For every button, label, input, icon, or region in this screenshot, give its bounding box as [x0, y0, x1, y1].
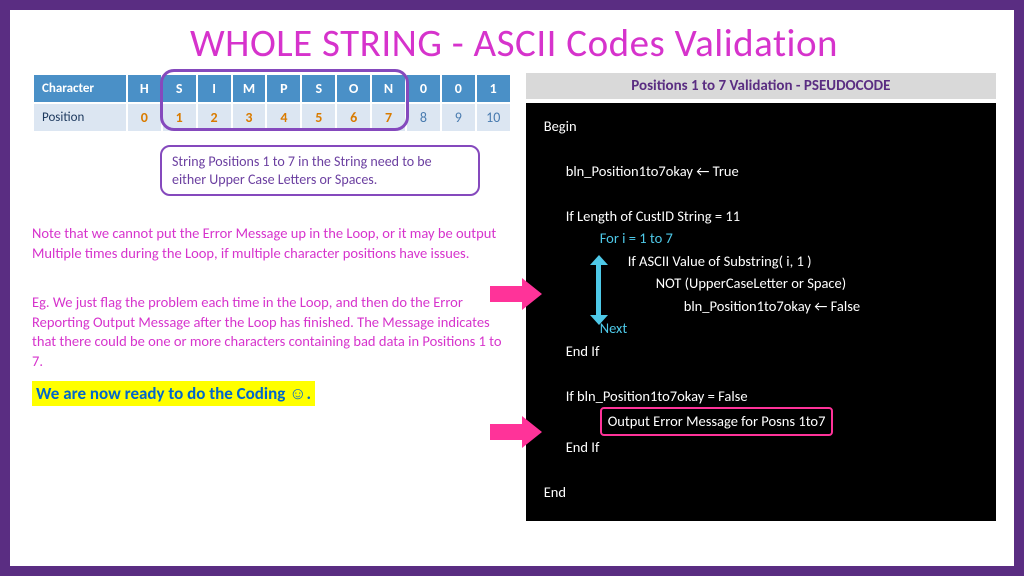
code-line: Output Error Message for Posns 1to7: [544, 407, 982, 435]
char-cell: M: [233, 75, 266, 102]
error-output-line: Output Error Message for Posns 1to7: [600, 407, 834, 435]
pseudocode-title: Positions 1 to 7 Validation - PSEUDOCODE: [526, 73, 996, 99]
pos-cell: 10: [477, 104, 510, 131]
pos-cell: 8: [407, 104, 440, 131]
code-line: If bln_Position1to7okay = False: [544, 385, 982, 407]
char-cell: 0: [407, 75, 440, 102]
code-line: End If: [544, 436, 982, 458]
code-line: bln_Position1to7okay ← True: [544, 160, 982, 182]
explanation-paragraph-1: Note that we cannot put the Error Messag…: [32, 224, 512, 263]
explanation-paragraph-2: Eg. We just flag the problem each time i…: [32, 293, 512, 371]
char-cell: S: [163, 75, 196, 102]
code-line: Begin: [544, 117, 577, 135]
char-cell: N: [372, 75, 405, 102]
code-line: If ASCII Value of Substring( i, 1 ): [544, 250, 982, 272]
right-column: Positions 1 to 7 Validation - PSEUDOCODE…: [526, 73, 996, 521]
arrow-to-error-output: [490, 416, 542, 448]
code-line: If Length of CustID String = 11: [544, 205, 982, 227]
slide: WHOLE STRING - ASCII Codes Validation Ch…: [10, 10, 1014, 566]
char-cell: S: [302, 75, 335, 102]
pos-cell: 1: [163, 104, 196, 131]
code-line: NOT (UpperCaseLetter or Space): [544, 272, 982, 294]
char-cell: I: [198, 75, 231, 102]
pos-cell: 5: [302, 104, 335, 131]
char-cell: 0: [442, 75, 475, 102]
char-cell: O: [337, 75, 370, 102]
char-cell: 1: [477, 75, 510, 102]
pos-cell: 4: [267, 104, 300, 131]
slide-title: WHOLE STRING - ASCII Codes Validation: [32, 20, 996, 67]
validation-rule-note: String Positions 1 to 7 in the String ne…: [160, 145, 480, 196]
position-row-label: Position: [34, 104, 126, 131]
pos-cell: 0: [128, 104, 161, 131]
arrow-to-loop: [490, 278, 542, 310]
character-row-label: Character: [34, 75, 126, 102]
left-column: Character H S I M P S O N 0 0 1 Position…: [32, 73, 512, 521]
pos-cell: 2: [198, 104, 231, 131]
string-positions-table: Character H S I M P S O N 0 0 1 Position…: [32, 73, 512, 133]
char-cell: P: [267, 75, 300, 102]
char-cell: H: [128, 75, 161, 102]
pseudocode-block: Begin bln_Position1to7okay ← True If Len…: [526, 103, 996, 521]
pos-cell: 9: [442, 104, 475, 131]
code-line: bln_Position1to7okay ← False: [544, 295, 982, 317]
code-line: End: [544, 483, 566, 501]
code-line: Next: [544, 317, 982, 339]
pos-cell: 7: [372, 104, 405, 131]
loop-double-arrow-icon: [590, 255, 608, 325]
code-line: For i = 1 to 7: [544, 227, 982, 249]
pos-cell: 3: [233, 104, 266, 131]
ready-banner: We are now ready to do the Coding ☺.: [32, 381, 315, 406]
code-line: End If: [544, 340, 982, 362]
pos-cell: 6: [337, 104, 370, 131]
